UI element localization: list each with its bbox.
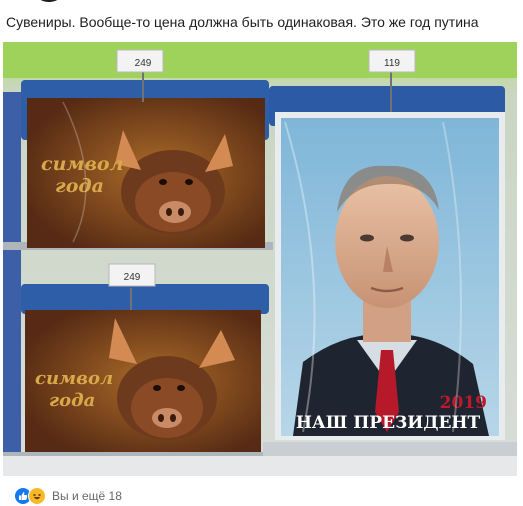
pig-calendar-top[interactable]: символ года [27, 98, 265, 248]
pig-calendar-bottom[interactable]: символ года [25, 310, 261, 452]
post-photo[interactable]: символ года 249 символ года 249 2019 НАШ… [3, 42, 517, 476]
post-caption: Сувениры. Вообще-то цена должна быть оди… [6, 14, 479, 30]
avatar[interactable] [34, 0, 64, 2]
pig-top-title-2: года [55, 175, 104, 197]
price-putin: 119 [384, 58, 400, 69]
putin-year: 2019 [440, 393, 487, 413]
reactions-bar[interactable]: Вы и ещё 18 [14, 486, 122, 506]
photo-illustration: символ года 249 символ года 249 2019 НАШ… [3, 42, 517, 476]
price-bottom: 249 [124, 272, 141, 283]
haha-icon [28, 487, 46, 505]
price-top: 249 [135, 58, 152, 69]
reaction-count[interactable]: Вы и ещё 18 [52, 489, 122, 503]
pig-bottom-title-1: символ [35, 368, 113, 389]
pig-bottom-title-2: года [49, 390, 95, 411]
